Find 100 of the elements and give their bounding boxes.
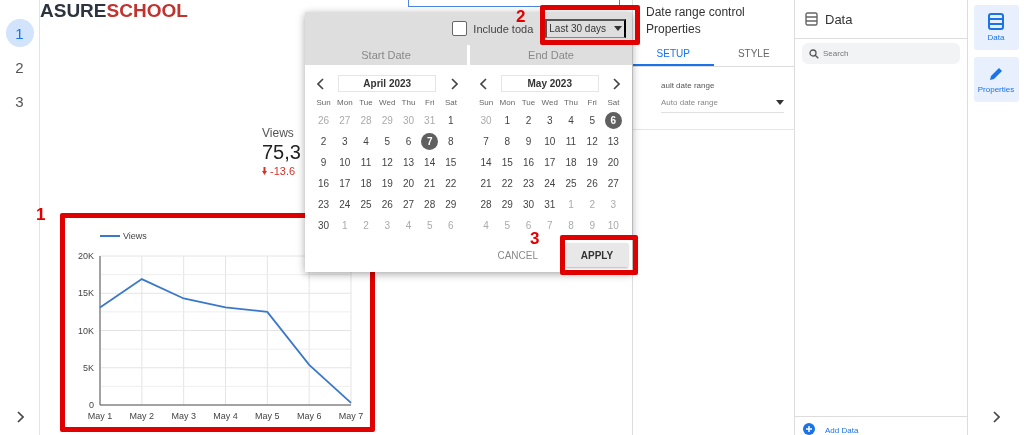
panel-tab[interactable]: STYLE xyxy=(713,42,794,66)
calendar-day[interactable]: 14 xyxy=(477,154,495,171)
axis-tick-label: May 7 xyxy=(338,411,364,421)
calendar-day[interactable]: 15 xyxy=(498,154,516,171)
weekday-label: Wed xyxy=(541,98,558,107)
month-label: May 2023 xyxy=(500,75,599,92)
page-tab[interactable]: 3 xyxy=(5,87,34,115)
calendar-day[interactable]: 30 xyxy=(520,196,538,213)
weekday-label: Sat xyxy=(607,98,620,107)
calendar-day[interactable]: 19 xyxy=(378,175,396,192)
apply-button[interactable]: APPLY xyxy=(566,243,628,267)
calendar-day[interactable]: 9 xyxy=(520,133,538,150)
calendar-day[interactable]: 3 xyxy=(336,133,354,150)
calendar-day[interactable]: 23 xyxy=(520,175,538,192)
scorecard-delta: -13.6 xyxy=(270,165,296,177)
calendar-day[interactable]: 18 xyxy=(562,154,580,171)
calendar-day[interactable]: 9 xyxy=(315,154,333,171)
cancel-button[interactable]: CANCEL xyxy=(491,248,544,262)
calendar-day[interactable]: 26 xyxy=(378,196,396,213)
calendar-day[interactable]: 11 xyxy=(562,133,580,150)
calendar-day[interactable]: 28 xyxy=(421,196,439,213)
page-tab[interactable]: 1 xyxy=(5,19,34,47)
weekday-label: Mon xyxy=(499,98,516,107)
calendar-day[interactable]: 4 xyxy=(357,133,375,150)
calendar-day[interactable]: 3 xyxy=(541,112,559,129)
scorecard-value: 75,3 xyxy=(262,141,301,164)
panel-tab[interactable]: SETUP xyxy=(633,42,714,66)
calendar-day[interactable]: 19 xyxy=(583,154,601,171)
axis-tick-label: 5K xyxy=(83,362,94,373)
calendar-day[interactable]: 8 xyxy=(442,133,460,150)
calendar-day[interactable]: 22 xyxy=(442,175,460,192)
axis-tick-label: May 4 xyxy=(213,411,238,421)
calendar-day[interactable]: 23 xyxy=(315,196,333,213)
calendar-day[interactable]: 2 xyxy=(520,112,538,129)
field-label: ault date range xyxy=(660,80,716,90)
calendar-day[interactable]: 17 xyxy=(541,154,559,171)
calendar-day[interactable]: 12 xyxy=(378,154,396,171)
calendar-day[interactable]: 13 xyxy=(604,133,622,150)
calendar-day[interactable]: 24 xyxy=(336,196,354,213)
axis-tick-label: May 6 xyxy=(296,411,322,421)
side-tab[interactable]: Data xyxy=(973,5,1019,50)
calendar-day[interactable]: 5 xyxy=(378,133,396,150)
calendar-day[interactable]: 10 xyxy=(541,133,559,150)
calendar-day[interactable]: 13 xyxy=(399,154,417,171)
calendar-day[interactable]: 21 xyxy=(477,175,495,192)
calendar-day[interactable]: 27 xyxy=(604,175,622,192)
axis-tick-label: May 2 xyxy=(129,411,155,421)
axis-tick-label: 20K xyxy=(78,251,94,261)
calendar-day[interactable]: 14 xyxy=(421,154,439,171)
calendar-day[interactable]: 22 xyxy=(498,175,516,192)
weekday-label: Sun xyxy=(479,98,494,107)
weekday-label: Sat xyxy=(444,98,457,107)
calendar-day[interactable]: 20 xyxy=(399,175,417,192)
calendar-day[interactable]: 1 xyxy=(498,112,516,129)
step-number: 3 xyxy=(530,229,540,249)
axis-tick-label: 0 xyxy=(89,400,94,410)
calendar-day[interactable]: 29 xyxy=(442,196,460,213)
calendar-day[interactable]: 11 xyxy=(357,154,375,171)
calendar-day[interactable]: 16 xyxy=(315,175,333,192)
weekday-label: Thu xyxy=(564,98,578,107)
side-tab[interactable]: Properties xyxy=(973,57,1019,102)
preset-dropdown[interactable]: Last 30 days xyxy=(545,19,626,38)
weekday-label: Tue xyxy=(521,98,536,107)
calendar-day[interactable]: 26 xyxy=(583,175,601,192)
calendar-day[interactable]: 20 xyxy=(604,154,622,171)
calendar-day[interactable]: 24 xyxy=(541,175,559,192)
date-range-dropdown[interactable]: Auto date range xyxy=(661,98,784,113)
panel-title: Data xyxy=(825,11,853,27)
calendar-day[interactable]: 27 xyxy=(399,196,417,213)
logo: ASURESCHOOL xyxy=(40,1,188,21)
calendar-day[interactable]: 6 xyxy=(399,133,417,150)
calendar-day[interactable]: 31 xyxy=(541,196,559,213)
add-data-link[interactable]: Add Data xyxy=(825,426,859,435)
calendar-day[interactable]: 8 xyxy=(498,133,516,150)
calendar-day[interactable]: 6 xyxy=(604,112,622,129)
search-field[interactable]: Search xyxy=(802,43,960,64)
calendar-day[interactable]: 21 xyxy=(421,175,439,192)
weekday-label: Mon xyxy=(337,98,353,107)
weekday-label: Fri xyxy=(425,98,435,107)
calendar-day[interactable]: 25 xyxy=(357,196,375,213)
calendar-day[interactable]: 17 xyxy=(336,175,354,192)
calendar-day[interactable]: 30 xyxy=(315,217,333,234)
calendar-day[interactable]: 16 xyxy=(520,154,538,171)
calendar-day[interactable]: 12 xyxy=(583,133,601,150)
calendar-day[interactable]: 28 xyxy=(477,196,495,213)
calendar-day[interactable]: 1 xyxy=(442,112,460,129)
calendar-day[interactable]: 10 xyxy=(336,154,354,171)
calendar-day[interactable]: 25 xyxy=(562,175,580,192)
calendar-day[interactable]: 7 xyxy=(421,133,439,150)
legend-label: Views xyxy=(123,231,147,241)
axis-tick-label: 15K xyxy=(78,288,94,299)
calendar-day[interactable]: 18 xyxy=(357,175,375,192)
calendar-day[interactable]: 5 xyxy=(583,112,601,129)
calendar-day[interactable]: 4 xyxy=(562,112,580,129)
calendar-day[interactable]: 2 xyxy=(315,133,333,150)
calendar-day[interactable]: 29 xyxy=(498,196,516,213)
calendar-day[interactable]: 7 xyxy=(477,133,495,150)
weekday-label: Tue xyxy=(359,98,373,107)
page-tab[interactable]: 2 xyxy=(5,53,34,81)
calendar-day[interactable]: 15 xyxy=(442,154,460,171)
